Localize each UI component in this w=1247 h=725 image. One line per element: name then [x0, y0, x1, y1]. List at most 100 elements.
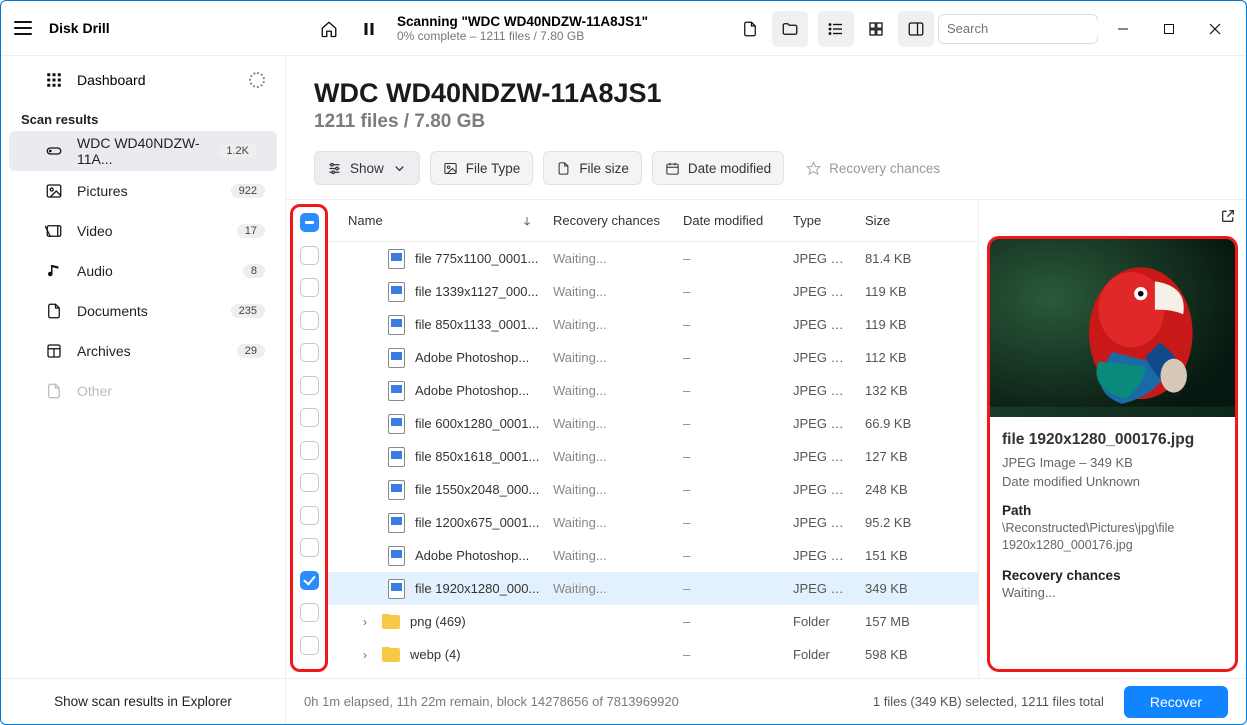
row-name: Adobe Photoshop...: [415, 383, 529, 398]
folder-view-button[interactable]: [772, 11, 808, 47]
row-checkbox[interactable]: [300, 408, 319, 427]
row-type: JPEG Im...: [783, 284, 855, 299]
table-row[interactable]: ›webp (4) – Folder 598 KB: [328, 638, 978, 671]
star-icon: [806, 161, 821, 176]
row-checkbox[interactable]: [300, 311, 319, 330]
show-in-explorer-button[interactable]: Show scan results in Explorer: [1, 678, 285, 724]
row-checkbox[interactable]: [300, 473, 319, 492]
column-type[interactable]: Type: [783, 213, 855, 228]
sidebar-item-badge: 235: [231, 304, 265, 318]
pause-button[interactable]: [351, 11, 387, 47]
sidebar-item-drive[interactable]: WDC WD40NDZW-11A... 1.2K: [9, 131, 277, 171]
filter-file-type-button[interactable]: File Type: [430, 151, 534, 185]
filter-show-button[interactable]: Show: [314, 151, 420, 185]
row-size: 598 KB: [855, 647, 927, 662]
column-date[interactable]: Date modified: [673, 213, 783, 228]
sidebar-item-label: Other: [77, 383, 112, 399]
select-all-checkbox[interactable]: [300, 213, 319, 232]
home-button[interactable]: [311, 11, 347, 47]
sidebar-item-document[interactable]: Documents 235: [1, 291, 285, 331]
minimize-button[interactable]: [1102, 14, 1144, 44]
row-checkbox[interactable]: [300, 506, 319, 525]
parrot-image-icon: [990, 239, 1235, 407]
sidebar-item-picture[interactable]: Pictures 922: [1, 171, 285, 211]
filter-recovery-chances-button[interactable]: Recovery chances: [794, 151, 952, 185]
sidebar-item-badge: 17: [237, 224, 265, 238]
row-checkbox[interactable]: [300, 571, 319, 590]
row-recovery: Waiting...: [543, 515, 673, 530]
row-name: file 1200x675_0001...: [415, 515, 539, 530]
search-input[interactable]: [947, 21, 1123, 36]
sidebar-section-label: Scan results: [1, 104, 285, 131]
table-row[interactable]: file 1339x1127_000... Waiting... – JPEG …: [328, 275, 978, 308]
sidebar-item-label: Documents: [77, 303, 148, 319]
search-box[interactable]: [938, 14, 1098, 44]
jpeg-file-icon: [388, 546, 405, 566]
row-checkbox[interactable]: [300, 376, 319, 395]
row-date: –: [673, 317, 783, 332]
row-name: webp (4): [410, 647, 461, 662]
main-panel: WDC WD40NDZW-11A8JS1 1211 files / 7.80 G…: [286, 56, 1246, 724]
table-row[interactable]: file 1550x2048_000... Waiting... – JPEG …: [328, 473, 978, 506]
table-row[interactable]: file 1920x1280_000... Waiting... – JPEG …: [328, 572, 978, 605]
table-row[interactable]: ›png (469) – Folder 157 MB: [328, 605, 978, 638]
menu-button[interactable]: [11, 16, 35, 40]
table-row[interactable]: Adobe Photoshop... Waiting... – JPEG Im.…: [328, 374, 978, 407]
row-recovery: Waiting...: [543, 383, 673, 398]
table-row[interactable]: file 1200x675_0001... Waiting... – JPEG …: [328, 506, 978, 539]
row-date: –: [673, 647, 783, 662]
row-checkbox[interactable]: [300, 278, 319, 297]
calendar-icon: [665, 161, 680, 176]
row-checkbox[interactable]: [300, 636, 319, 655]
sidebar-item-video[interactable]: Video 17: [1, 211, 285, 251]
column-name[interactable]: Name: [338, 213, 543, 228]
table-row[interactable]: file 850x1133_0001... Waiting... – JPEG …: [328, 308, 978, 341]
drive-icon: [45, 142, 63, 160]
table-row[interactable]: file 850x1618_0001... Waiting... – JPEG …: [328, 440, 978, 473]
row-checkbox[interactable]: [300, 603, 319, 622]
expand-caret-icon[interactable]: ›: [358, 648, 372, 662]
sidebar-item-badge: 8: [243, 264, 265, 278]
row-checkbox[interactable]: [300, 246, 319, 265]
sidebar-item-audio[interactable]: Audio 8: [1, 251, 285, 291]
row-checkbox[interactable]: [300, 441, 319, 460]
jpeg-file-icon: [388, 579, 405, 599]
row-name: file 1550x2048_000...: [415, 482, 539, 497]
checkbox-column-highlight: [290, 204, 328, 672]
row-size: 127 KB: [855, 449, 927, 464]
preview-pane-button[interactable]: [898, 11, 934, 47]
table-row[interactable]: file 600x1280_0001... Waiting... – JPEG …: [328, 407, 978, 440]
table-row[interactable]: Adobe Photoshop... Waiting... – JPEG Im.…: [328, 341, 978, 374]
table-row[interactable]: Adobe Photoshop... Waiting... – JPEG Im.…: [328, 539, 978, 572]
sidebar-item-archive[interactable]: Archives 29: [1, 331, 285, 371]
jpeg-file-icon: [388, 282, 405, 302]
row-date: –: [673, 251, 783, 266]
scan-subtitle: 0% complete – 1211 files / 7.80 GB: [397, 29, 648, 43]
row-date: –: [673, 449, 783, 464]
maximize-button[interactable]: [1148, 14, 1190, 44]
sidebar-dashboard[interactable]: Dashboard: [1, 56, 285, 104]
column-size[interactable]: Size: [855, 213, 927, 228]
row-size: 66.9 KB: [855, 416, 927, 431]
list-view-button[interactable]: [818, 11, 854, 47]
row-checkbox[interactable]: [300, 538, 319, 557]
filter-file-size-button[interactable]: File size: [543, 151, 642, 185]
row-size: 157 MB: [855, 614, 927, 629]
sidebar-item-other[interactable]: Other: [1, 371, 285, 411]
expand-caret-icon[interactable]: ›: [358, 615, 372, 629]
open-external-button[interactable]: [1220, 208, 1236, 229]
column-recovery[interactable]: Recovery chances: [543, 213, 673, 228]
loading-spinner-icon: [249, 72, 265, 88]
table-row[interactable]: file 775x1100_0001... Waiting... – JPEG …: [328, 242, 978, 275]
row-type: JPEG Im...: [783, 581, 855, 596]
sidebar-item-badge: 29: [237, 344, 265, 358]
recover-button[interactable]: Recover: [1124, 686, 1228, 718]
row-size: 119 KB: [855, 284, 927, 299]
row-size: 132 KB: [855, 383, 927, 398]
row-checkbox[interactable]: [300, 343, 319, 362]
filter-date-modified-button[interactable]: Date modified: [652, 151, 784, 185]
close-button[interactable]: [1194, 14, 1236, 44]
file-view-button[interactable]: [732, 11, 768, 47]
jpeg-file-icon: [388, 513, 405, 533]
grid-view-button[interactable]: [858, 11, 894, 47]
